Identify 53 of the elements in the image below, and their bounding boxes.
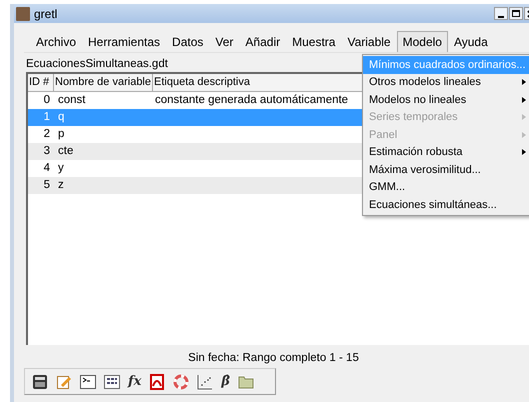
toolbar-button[interactable]: fx: [128, 375, 142, 388]
table-cell-text: 2: [42, 126, 51, 142]
menu-item[interactable]: Archivo: [30, 31, 82, 52]
terminal-icon[interactable]: [80, 374, 96, 390]
column-header[interactable]: ID #: [28, 74, 54, 91]
lifebuoy-icon[interactable]: [173, 374, 190, 390]
grid-icon[interactable]: [104, 374, 120, 390]
table-cell-text: 5: [42, 178, 51, 193]
menu-item[interactable]: Ver: [209, 31, 240, 52]
table-cell-text: constante generada automáticamente: [154, 92, 348, 108]
table-cell-text: cte: [57, 144, 74, 159]
submenu-arrow-icon: [522, 96, 526, 103]
menu-item[interactable]: Datos: [166, 31, 210, 52]
table-cell-text: 0: [42, 92, 51, 108]
menu-item[interactable]: Máxima verosimilitud...: [363, 161, 529, 178]
notepad-pencil-icon[interactable]: [56, 374, 72, 390]
folder-icon[interactable]: [238, 374, 254, 390]
dataset-filename: EcuacionesSimultaneas.gdt: [26, 57, 168, 72]
table-cell-text: z: [57, 178, 65, 193]
menu-item[interactable]: Estimación robusta: [363, 144, 529, 161]
submenu-arrow-icon: [522, 79, 526, 86]
table-cell-text: p: [57, 126, 66, 142]
menu-item[interactable]: Añadir: [239, 31, 286, 52]
menu-item[interactable]: Herramientas: [82, 31, 166, 52]
maximize-icon: [512, 10, 520, 17]
menu-item[interactable]: GMM...: [363, 178, 529, 196]
menu-item[interactable]: Variable: [341, 31, 397, 52]
table-cell-text: q: [57, 110, 66, 125]
menu-item[interactable]: Ecuaciones simultáneas...: [363, 196, 529, 214]
toolbar-button[interactable]: β̂: [221, 375, 230, 388]
menu-item[interactable]: Modelo: [396, 31, 448, 52]
status-text: Sin fecha: Rango completo 1 - 15: [187, 351, 360, 365]
menu-item[interactable]: Ayuda: [448, 31, 494, 52]
table-cell-text: const: [57, 92, 86, 108]
menu-item[interactable]: Otros modelos lineales: [363, 74, 529, 91]
app-logo-icon: [16, 6, 30, 20]
pdf-icon[interactable]: [149, 374, 166, 390]
submenu-arrow-icon: [522, 114, 526, 120]
table-cell-text: 4: [42, 160, 51, 176]
submenu-arrow-icon: [522, 132, 526, 138]
column-header[interactable]: Nombre de variable: [54, 74, 153, 91]
table-cell-text: 3: [42, 144, 51, 159]
window-title: gretl: [34, 6, 58, 22]
maximize-button[interactable]: [509, 7, 523, 20]
menu-item[interactable]: Muestra: [286, 31, 342, 52]
table-cell-text: y: [57, 160, 65, 176]
menu-item[interactable]: Modelos no lineales: [363, 91, 529, 108]
scatter-plot-icon[interactable]: [197, 374, 214, 390]
submenu-arrow-icon: [522, 149, 526, 156]
table-cell-text: 1: [42, 110, 51, 125]
calculator-icon[interactable]: [32, 374, 48, 390]
minimize-button[interactable]: [494, 7, 508, 20]
minimize-icon: [498, 16, 504, 18]
